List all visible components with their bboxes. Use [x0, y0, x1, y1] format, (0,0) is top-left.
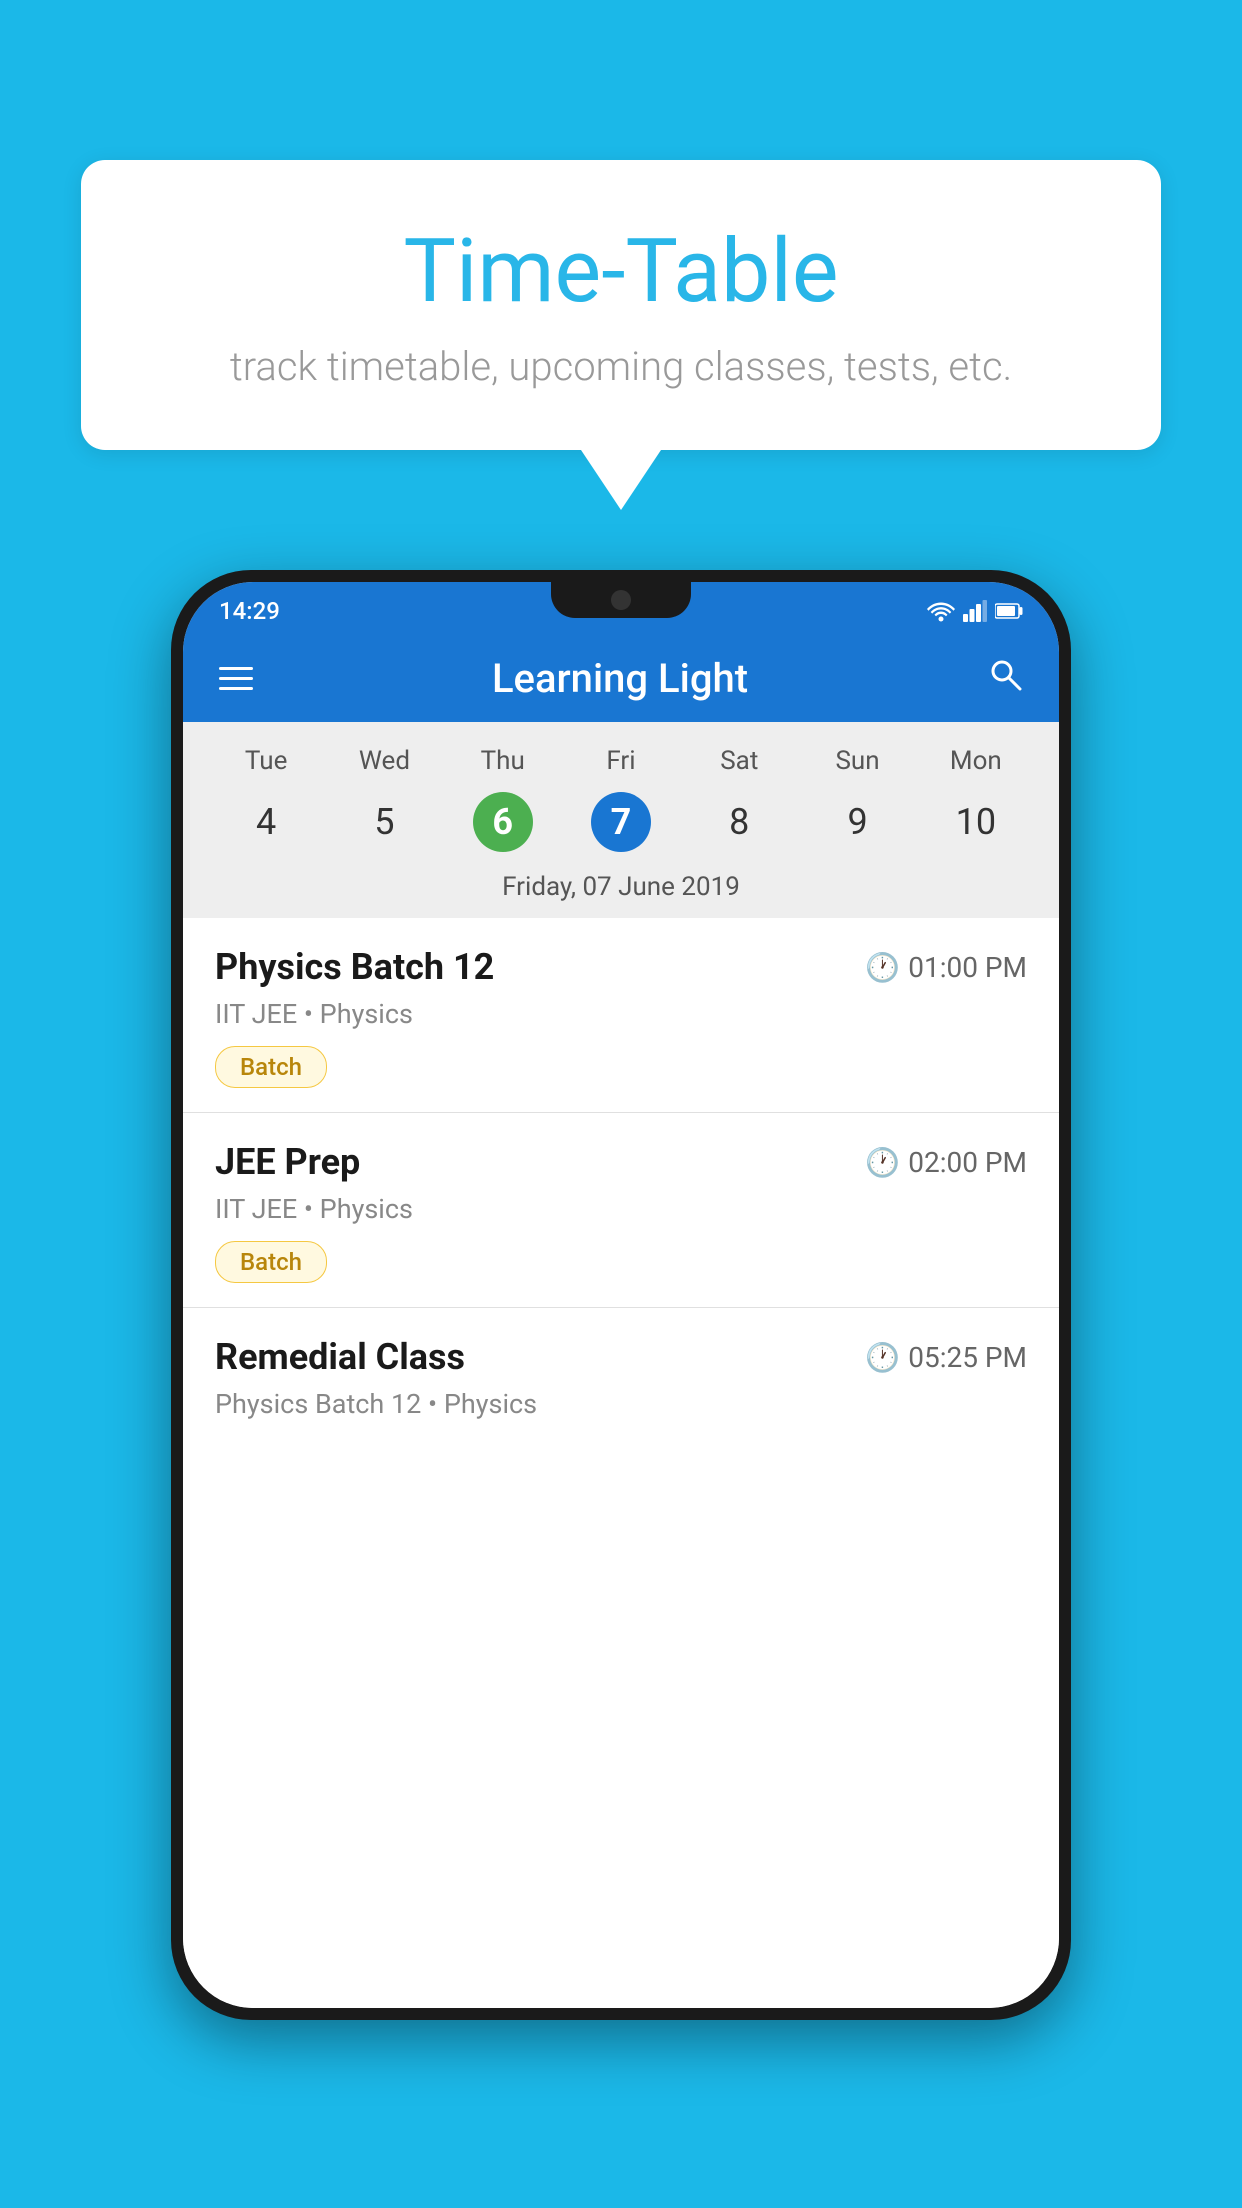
app-bar: Learning Light [183, 634, 1059, 722]
day-label-sun: Sun [798, 746, 916, 776]
clock-icon-3: 🕐 [865, 1341, 900, 1374]
calendar-days-header: Tue Wed Thu Fri Sat Sun Mon [207, 738, 1035, 784]
schedule-item-1-time: 🕐 01:00 PM [865, 951, 1027, 984]
wifi-icon [927, 600, 955, 622]
schedule-item-3[interactable]: Remedial Class 🕐 05:25 PM Physics Batch … [183, 1308, 1059, 1452]
phone-wrapper: 14:29 [171, 570, 1071, 2020]
signal-icon [963, 600, 987, 622]
schedule-item-1[interactable]: Physics Batch 12 🕐 01:00 PM IIT JEE • Ph… [183, 918, 1059, 1113]
schedule-item-2-time: 🕐 02:00 PM [865, 1146, 1027, 1179]
day-label-sat: Sat [680, 746, 798, 776]
schedule-item-3-title: Remedial Class [215, 1336, 465, 1378]
hamburger-line-2 [219, 677, 253, 680]
status-time: 14:29 [219, 597, 280, 625]
phone-notch [551, 582, 691, 618]
schedule-item-3-time-text: 05:25 PM [908, 1341, 1027, 1374]
schedule-item-1-batch-tag: Batch [215, 1046, 327, 1088]
speech-bubble-title: Time-Table [161, 220, 1081, 323]
phone-screen: 14:29 [183, 582, 1059, 2008]
speech-bubble-container: Time-Table track timetable, upcoming cla… [81, 160, 1161, 510]
schedule-item-1-title: Physics Batch 12 [215, 946, 494, 988]
calendar-date-6-today[interactable]: 6 [473, 792, 533, 852]
hamburger-menu-button[interactable] [219, 667, 253, 690]
schedule-item-3-header: Remedial Class 🕐 05:25 PM [215, 1336, 1027, 1378]
calendar-date-7-selected[interactable]: 7 [591, 792, 651, 852]
day-label-fri: Fri [562, 746, 680, 776]
schedule-item-3-time: 🕐 05:25 PM [865, 1341, 1027, 1374]
schedule-item-1-header: Physics Batch 12 🕐 01:00 PM [215, 946, 1027, 988]
day-label-mon: Mon [917, 746, 1035, 776]
calendar-date-9[interactable]: 9 [828, 792, 888, 852]
calendar-date-8[interactable]: 8 [709, 792, 769, 852]
schedule-item-2-time-text: 02:00 PM [908, 1146, 1027, 1179]
hamburger-line-1 [219, 667, 253, 670]
battery-icon [995, 602, 1023, 620]
speech-bubble: Time-Table track timetable, upcoming cla… [81, 160, 1161, 450]
schedule-item-2-header: JEE Prep 🕐 02:00 PM [215, 1141, 1027, 1183]
phone-camera [611, 590, 631, 610]
speech-bubble-subtitle: track timetable, upcoming classes, tests… [161, 343, 1081, 390]
schedule-item-1-time-text: 01:00 PM [908, 951, 1027, 984]
status-bar-icons [927, 600, 1023, 622]
day-label-tue: Tue [207, 746, 325, 776]
clock-icon-1: 🕐 [865, 951, 900, 984]
calendar-date-5[interactable]: 5 [354, 792, 414, 852]
hamburger-line-3 [219, 687, 253, 690]
schedule-item-2[interactable]: JEE Prep 🕐 02:00 PM IIT JEE • Physics Ba… [183, 1113, 1059, 1308]
schedule-item-2-batch-tag: Batch [215, 1241, 327, 1283]
schedule-item-1-subtitle: IIT JEE • Physics [215, 998, 1027, 1030]
calendar-section: Tue Wed Thu Fri Sat Sun Mon 4 5 6 7 8 9 … [183, 722, 1059, 918]
calendar-date-4[interactable]: 4 [236, 792, 296, 852]
day-label-thu: Thu [444, 746, 562, 776]
calendar-dates: 4 5 6 7 8 9 10 [207, 784, 1035, 864]
calendar-date-10[interactable]: 10 [946, 792, 1006, 852]
schedule-item-2-title: JEE Prep [215, 1141, 360, 1183]
clock-icon-2: 🕐 [865, 1146, 900, 1179]
speech-bubble-arrow [581, 450, 661, 510]
search-button[interactable] [987, 656, 1023, 701]
schedule-item-3-subtitle: Physics Batch 12 • Physics [215, 1388, 1027, 1420]
day-label-wed: Wed [325, 746, 443, 776]
app-bar-title: Learning Light [492, 655, 748, 702]
phone-frame: 14:29 [171, 570, 1071, 2020]
schedule-list: Physics Batch 12 🕐 01:00 PM IIT JEE • Ph… [183, 918, 1059, 2008]
selected-date-label: Friday, 07 June 2019 [207, 864, 1035, 918]
schedule-item-2-subtitle: IIT JEE • Physics [215, 1193, 1027, 1225]
